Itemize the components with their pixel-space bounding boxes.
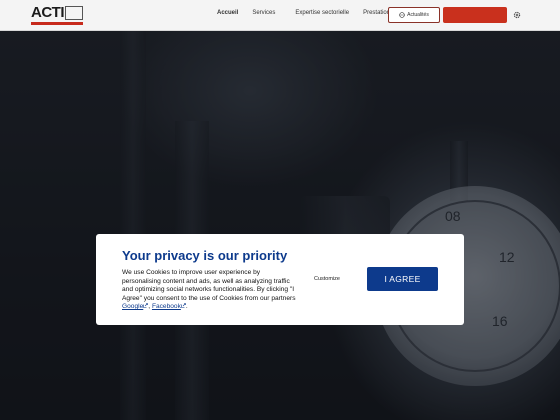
- news-button-label: Actualités: [407, 12, 429, 18]
- hero-image: 08 12 16: [0, 31, 560, 420]
- nav-item-services[interactable]: Services: [252, 10, 275, 16]
- overlay-shade: [0, 31, 560, 420]
- customize-button[interactable]: Customize: [314, 276, 340, 282]
- modal-title: Your privacy is our priority: [122, 248, 288, 263]
- logo-mark-icon: [65, 6, 83, 20]
- link-end: .: [185, 303, 188, 310]
- facebook-link[interactable]: Facebook: [152, 303, 186, 310]
- site-header: ACTI Accueil Services Expertise sectorie…: [0, 0, 560, 31]
- facebook-link-label: Facebook: [151, 303, 181, 310]
- gear-icon: [513, 11, 521, 19]
- gear-button[interactable]: [512, 10, 522, 20]
- contact-button[interactable]: [443, 7, 507, 23]
- logo-underline: [31, 22, 83, 25]
- modal-body-text: We use Cookies to improve user experienc…: [122, 269, 296, 302]
- nav-item-expertise[interactable]: Expertise sectorielle: [295, 10, 349, 16]
- google-link-label: Google: [122, 303, 144, 310]
- modal-body: We use Cookies to improve user experienc…: [122, 269, 298, 312]
- cookie-consent-modal: Your privacy is our priority We use Cook…: [96, 234, 464, 325]
- news-button[interactable]: Actualités: [388, 7, 440, 23]
- site-logo[interactable]: ACTI: [31, 4, 87, 26]
- logo-text: ACTI: [31, 4, 65, 21]
- google-link[interactable]: Google: [122, 303, 149, 310]
- agree-button[interactable]: I AGREE: [367, 267, 438, 291]
- nav-item-accueil[interactable]: Accueil: [217, 10, 238, 16]
- globe-icon: [399, 12, 405, 18]
